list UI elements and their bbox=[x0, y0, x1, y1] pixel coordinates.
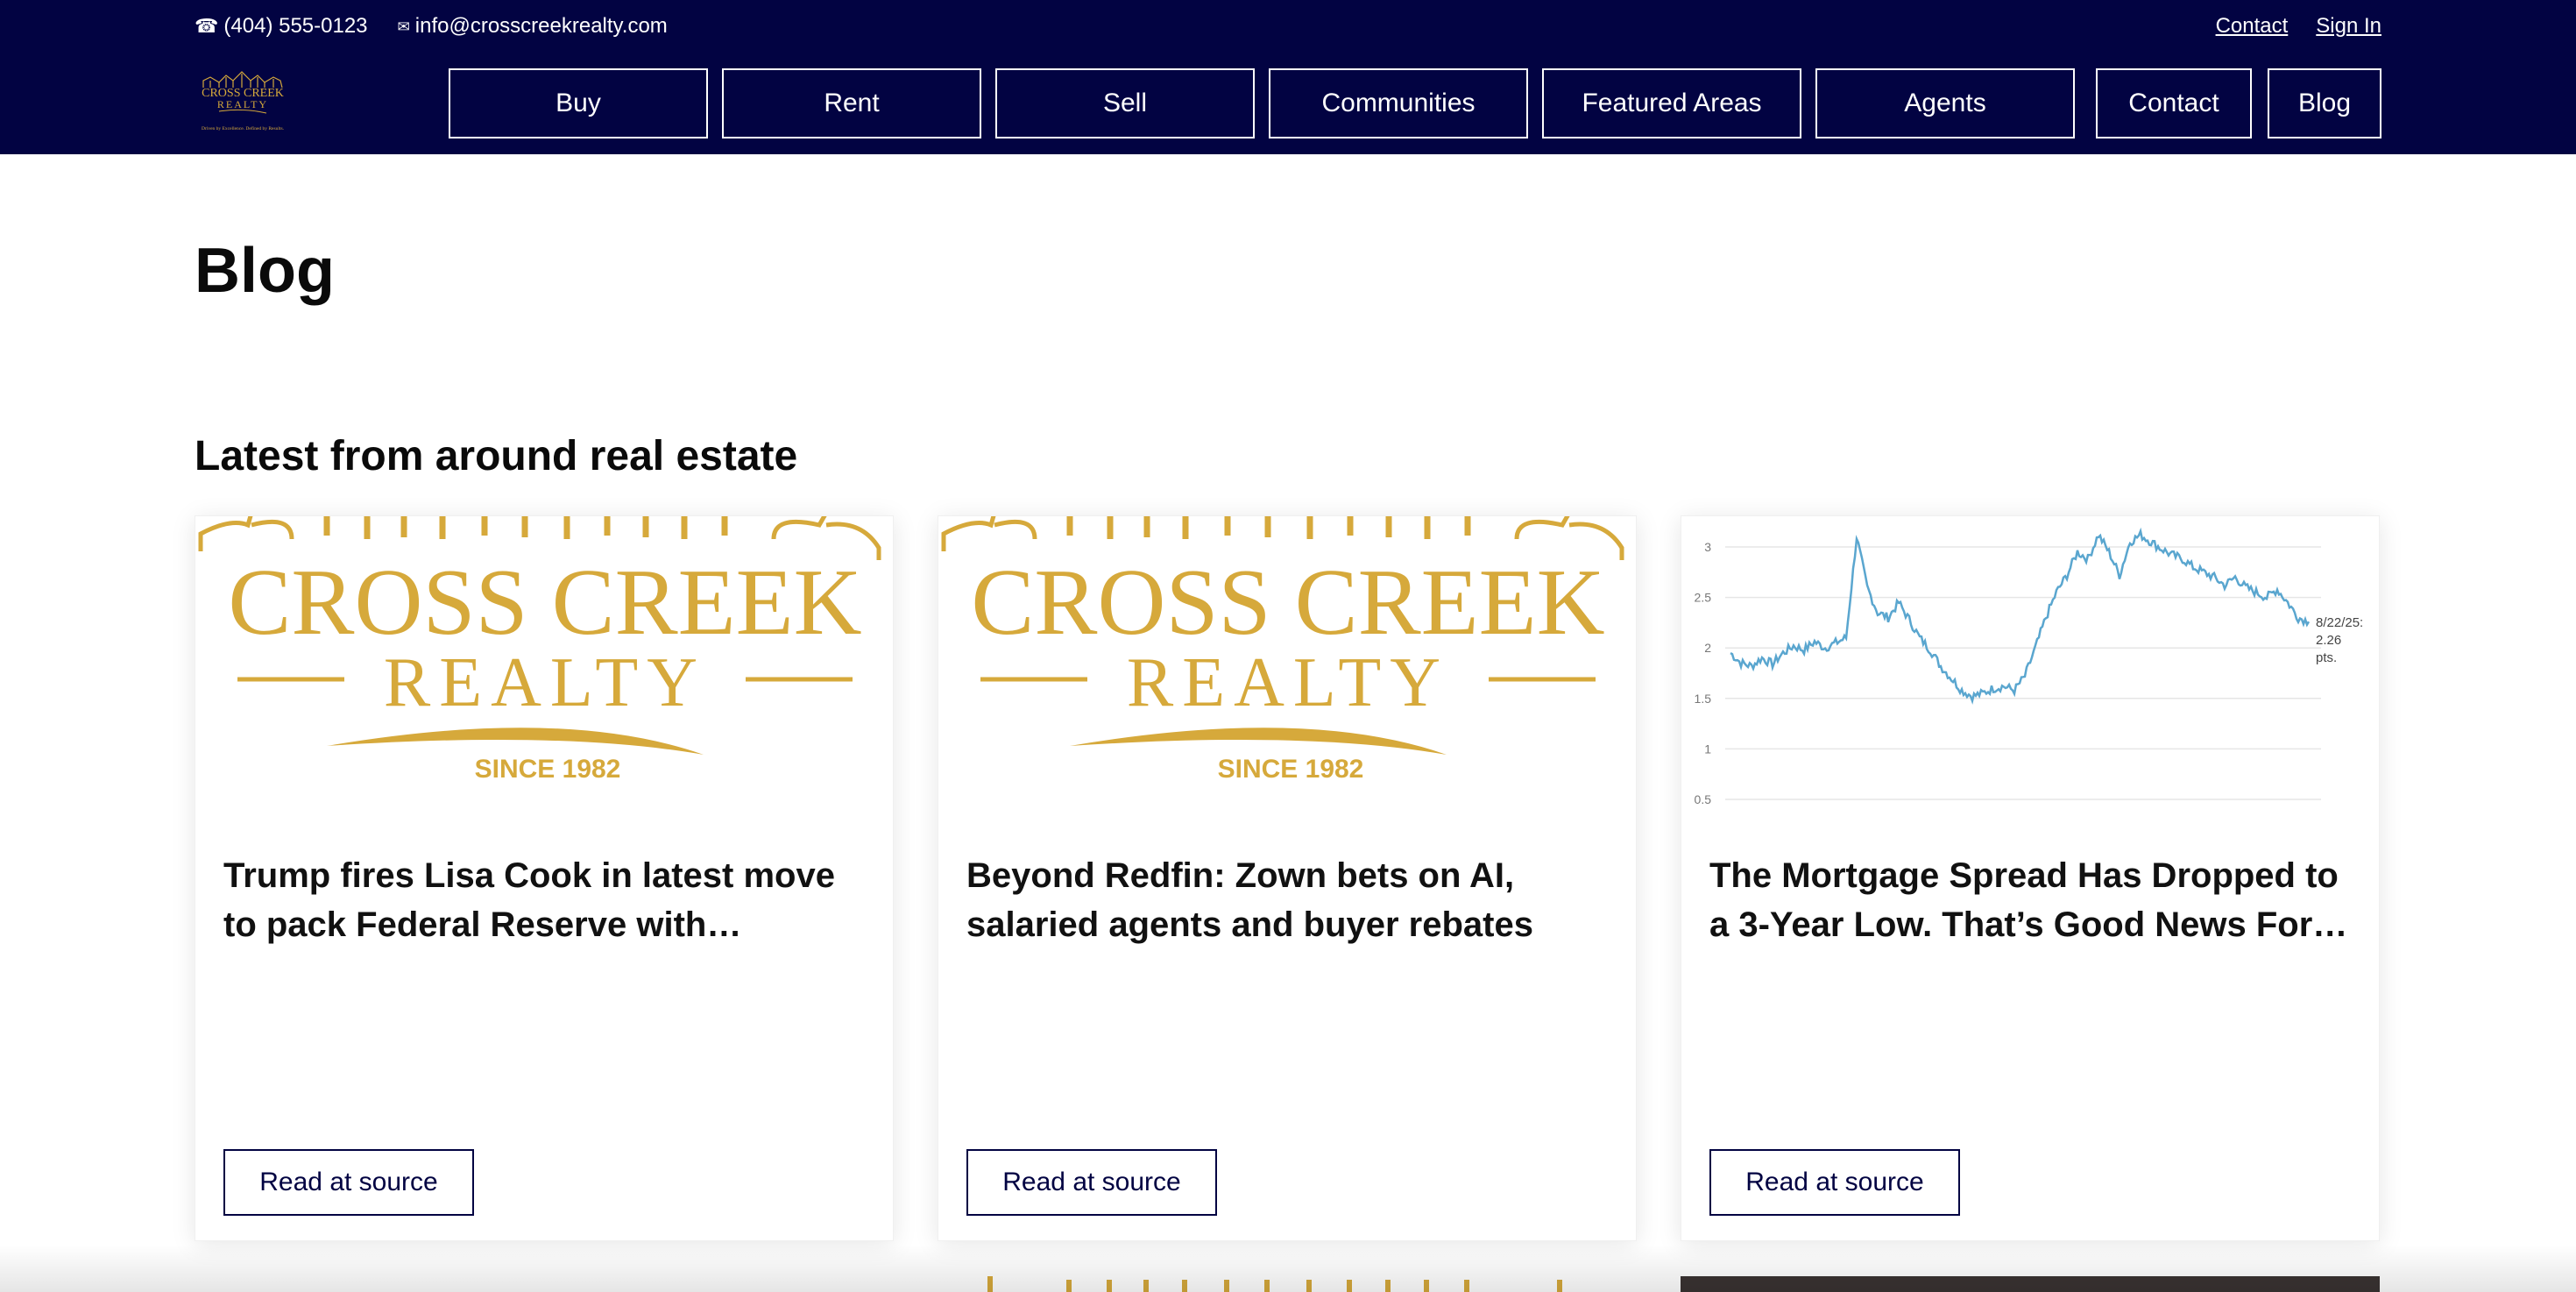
chart-y-tick-label: 2 bbox=[1704, 641, 1711, 655]
phone-icon: ☎ bbox=[195, 15, 219, 37]
chart-y-tick-label: 1 bbox=[1704, 742, 1711, 756]
article-image[interactable]: CROSS CREEK REALTY SINCE 1982 bbox=[195, 516, 895, 814]
sign-in-link[interactable]: Sign In bbox=[2316, 14, 2381, 39]
contact-bar: ☎ (404) 555-0123 ✉ info@crosscreekrealty… bbox=[195, 12, 668, 40]
email-contact[interactable]: ✉ info@crosscreekrealty.com bbox=[398, 14, 668, 39]
nav-contact[interactable]: Contact bbox=[2096, 68, 2252, 138]
chart-y-tick-label: 1.5 bbox=[1695, 692, 1712, 706]
next-row-card-peek bbox=[1681, 1276, 2380, 1292]
chart-y-tick-label: 2.5 bbox=[1695, 591, 1712, 605]
chart-annotation-label: 8/22/25: bbox=[2316, 615, 2363, 630]
article-card: CROSS CREEK REALTY SINCE 1982 Beyond Red… bbox=[938, 515, 1637, 1241]
brand-line-2: REALTY bbox=[384, 644, 706, 721]
chart-annotation-label: pts. bbox=[2316, 650, 2337, 665]
email-address: info@crosscreekrealty.com bbox=[414, 14, 668, 38]
logo-tagline: Driven by Excellence. Defined by Results… bbox=[202, 125, 285, 131]
brand-line-1: CROSS CREEK bbox=[971, 550, 1604, 655]
nav-sell[interactable]: Sell bbox=[995, 68, 1255, 138]
article-image[interactable]: CROSS CREEK REALTY SINCE 1982 bbox=[938, 516, 1638, 814]
nav-buy[interactable]: Buy bbox=[449, 68, 708, 138]
chart-y-tick-label: 3 bbox=[1704, 540, 1711, 554]
article-headline[interactable]: Trump fires Lisa Cook in latest move to … bbox=[223, 851, 872, 949]
read-at-source-button[interactable]: Read at source bbox=[223, 1149, 474, 1216]
article-headline[interactable]: The Mortgage Spread Has Dropped to a 3-Y… bbox=[1709, 851, 2358, 949]
contact-link[interactable]: Contact bbox=[2216, 14, 2289, 39]
nav-blog[interactable]: Blog bbox=[2268, 68, 2381, 138]
chart-y-tick-label: 0.5 bbox=[1695, 792, 1712, 806]
article-card: CROSS CREEK REALTY SINCE 1982 Trump fire… bbox=[195, 515, 894, 1241]
nav-rent[interactable]: Rent bbox=[722, 68, 981, 138]
nav-featured-areas[interactable]: Featured Areas bbox=[1542, 68, 1801, 138]
brand-since: SINCE 1982 bbox=[475, 755, 621, 784]
section-title: Latest from around real estate bbox=[195, 433, 798, 479]
logo-line-2: REALTY bbox=[217, 98, 268, 110]
site-logo[interactable]: CROSS CREEK REALTY Driven by Excellence.… bbox=[193, 68, 293, 137]
read-at-source-button[interactable]: Read at source bbox=[966, 1149, 1217, 1216]
brand-since: SINCE 1982 bbox=[1218, 755, 1364, 784]
article-card: 3 2.5 2 1.5 1 0.5 8/22/25: 2.26 pts. The Mortgag… bbox=[1681, 515, 2380, 1241]
cross-creek-logo-image: CROSS CREEK REALTY SINCE 1982 bbox=[941, 516, 1624, 784]
brand-line-2: REALTY bbox=[1127, 644, 1449, 721]
phone-contact[interactable]: ☎ (404) 555-0123 bbox=[195, 14, 368, 39]
page-title: Blog bbox=[195, 236, 335, 306]
nav-agents[interactable]: Agents bbox=[1815, 68, 2075, 138]
chart-series-line bbox=[1730, 527, 2311, 705]
chart-annotation-label: 2.26 bbox=[2316, 633, 2341, 648]
article-image[interactable]: 3 2.5 2 1.5 1 0.5 8/22/25: 2.26 pts. bbox=[1681, 516, 2381, 814]
cross-creek-logo-image: CROSS CREEK REALTY SINCE 1982 bbox=[198, 516, 881, 784]
nav-communities[interactable]: Communities bbox=[1269, 68, 1528, 138]
article-headline[interactable]: Beyond Redfin: Zown bets on AI, salaried… bbox=[966, 851, 1615, 949]
next-row-card-peek bbox=[938, 1276, 1637, 1292]
mail-icon: ✉ bbox=[397, 18, 410, 35]
site-header: ☎ (404) 555-0123 ✉ info@crosscreekrealty… bbox=[0, 0, 2576, 154]
phone-number: (404) 555-0123 bbox=[223, 14, 368, 38]
brand-line-1: CROSS CREEK bbox=[228, 550, 861, 655]
read-at-source-button[interactable]: Read at source bbox=[1709, 1149, 1960, 1216]
account-links: Contact Sign In bbox=[2216, 12, 2381, 40]
mortgage-spread-chart: 3 2.5 2 1.5 1 0.5 8/22/25: 2.26 pts. bbox=[1695, 527, 2363, 806]
